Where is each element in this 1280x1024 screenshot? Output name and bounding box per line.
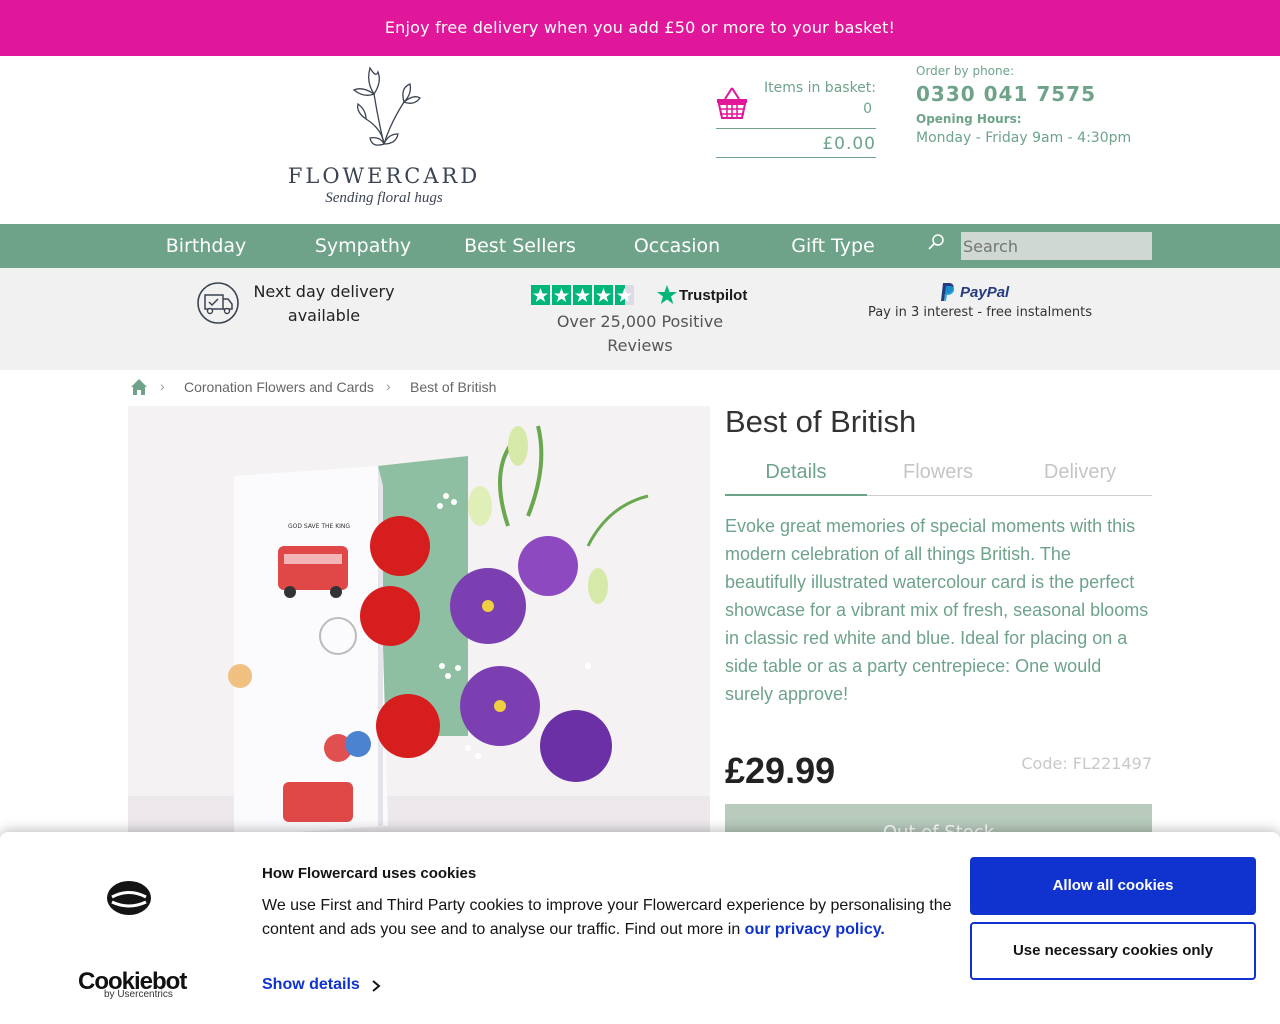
nav-item-occasion[interactable]: Occasion [620, 224, 734, 268]
trustpilot-logo[interactable]: Trustpilot [656, 282, 756, 308]
home-icon[interactable] [130, 378, 148, 396]
nav-item-sympathy[interactable]: Sympathy [306, 224, 420, 268]
cookie-body: We use First and Third Party cookies to … [262, 894, 952, 942]
product-code: Code: FL221497 [1021, 754, 1152, 773]
nav-item-best-sellers[interactable]: Best Sellers [459, 224, 581, 268]
trustpilot-wordmark: Trustpilot [679, 287, 748, 304]
cookiebot-mark-icon [107, 881, 151, 915]
divider [716, 128, 876, 129]
order-by-phone-label: Order by phone: [916, 64, 1015, 78]
contact-info: Order by phone: 0330 041 7575 Opening Ho… [916, 64, 1131, 146]
logo-tagline: Sending floral hugs [325, 190, 443, 206]
cookie-title: How Flowercard uses cookies [262, 865, 477, 882]
site-logo[interactable]: FLOWERCARD Sending floral hugs [286, 64, 482, 214]
necessary-cookies-button[interactable]: Use necessary cookies only [970, 922, 1256, 980]
trustpilot-stars-icon [531, 285, 634, 305]
main-nav: Birthday Sympathy Best Sellers Occasion … [0, 224, 1280, 268]
nav-item-gift-type[interactable]: Gift Type [776, 224, 890, 268]
flower-logo-icon [352, 66, 421, 146]
basket-summary[interactable]: Items in basket: 0 £0.00 [716, 78, 876, 158]
phone-number[interactable]: 0330 041 7575 [916, 82, 1131, 106]
search-input[interactable] [961, 232, 1152, 260]
reviews-text: Over 25,000 Positive Reviews [556, 312, 724, 355]
paypal-wordmark: PayPal [960, 284, 1010, 301]
basket-total: £0.00 [822, 134, 876, 154]
chevron-right-icon: › [160, 378, 165, 394]
breadcrumb-item[interactable]: Coronation Flowers and Cards [184, 379, 374, 395]
trustpilot-star-icon [657, 285, 677, 304]
paypal-p-icon [941, 283, 955, 301]
next-day-delivery-text: Next day delivery available [253, 282, 395, 325]
opening-hours-label: Opening Hours: [916, 112, 1022, 126]
chevron-right-icon [372, 980, 381, 992]
basket-count: 0 [863, 101, 872, 117]
search-icon[interactable] [926, 232, 946, 252]
product-tabs: Details Flowers Delivery [725, 452, 1152, 496]
opening-hours: Monday - Friday 9am - 4:30pm [916, 130, 1132, 146]
tab-flowers[interactable]: Flowers [867, 452, 1009, 496]
product-description: Evoke great memories of special moments … [725, 516, 1149, 704]
promo-bar: Enjoy free delivery when you add £50 or … [0, 0, 1280, 56]
divider [716, 157, 876, 158]
paypal-instalments-text: Pay in 3 interest - free instalments [867, 305, 1093, 320]
privacy-policy-link[interactable]: our privacy policy. [745, 921, 885, 938]
product-price: £29.99 [725, 750, 836, 791]
delivery-truck-icon [197, 282, 239, 324]
card-text: GOD SAVE THE KING [288, 523, 350, 530]
breadcrumb-item-current: Best of British [410, 379, 497, 395]
site-header: FLOWERCARD Sending floral hugs Items in … [0, 56, 1280, 224]
chevron-right-icon: › [386, 378, 391, 394]
tab-delivery[interactable]: Delivery [1009, 452, 1151, 496]
show-details-link[interactable]: Show details [262, 976, 360, 994]
basket-label: Items in basket: [763, 80, 876, 96]
nav-item-birthday[interactable]: Birthday [150, 224, 262, 268]
cookiebot-sub: by Usercentrics [104, 989, 173, 1000]
paypal-logo: PayPal [938, 282, 1018, 304]
cookie-banner: Cookiebot by Usercentrics How Flowercard… [0, 832, 1280, 1024]
product-title: Best of British [725, 404, 917, 439]
trust-bar: Next day delivery available Trustpilot O… [0, 268, 1280, 370]
logo-brand-text: FLOWERCARD [287, 164, 481, 188]
product-photo: GOD SAVE THE KING [128, 406, 710, 836]
allow-all-cookies-button[interactable]: Allow all cookies [970, 857, 1256, 915]
product-image[interactable]: GOD SAVE THE KING [128, 406, 710, 836]
tab-details[interactable]: Details [725, 452, 867, 496]
basket-icon [717, 87, 747, 119]
